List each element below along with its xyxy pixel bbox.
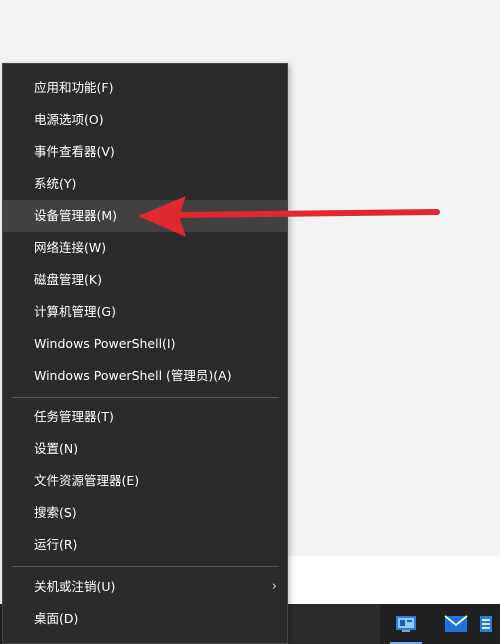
menu-item-power-options[interactable]: 电源选项(O) xyxy=(3,104,287,136)
menu-item-label: 网络连接(W) xyxy=(34,240,107,255)
menu-item-label: Windows PowerShell (管理员)(A) xyxy=(34,368,232,383)
winx-context-menu: 应用和功能(F) 电源选项(O) 事件查看器(V) 系统(Y) 设备管理器(M)… xyxy=(2,63,288,644)
menu-item-label: 系统(Y) xyxy=(34,176,77,191)
menu-item-label: 计算机管理(G) xyxy=(34,304,116,319)
mail-icon[interactable] xyxy=(434,604,478,644)
menu-item-task-manager[interactable]: 任务管理器(T) xyxy=(3,401,287,433)
menu-item-system[interactable]: 系统(Y) xyxy=(3,168,287,200)
menu-item-label: 任务管理器(T) xyxy=(34,409,114,424)
menu-item-label: 磁盘管理(K) xyxy=(34,272,102,287)
menu-item-shutdown-signout[interactable]: 关机或注销(U) › xyxy=(3,571,287,603)
menu-item-network-connections[interactable]: 网络连接(W) xyxy=(3,232,287,264)
menu-item-device-manager[interactable]: 设备管理器(M) xyxy=(3,200,287,232)
menu-item-powershell-admin[interactable]: Windows PowerShell (管理员)(A) xyxy=(3,360,287,392)
menu-item-powershell[interactable]: Windows PowerShell(I) xyxy=(3,328,287,360)
menu-item-disk-management[interactable]: 磁盘管理(K) xyxy=(3,264,287,296)
menu-item-search[interactable]: 搜索(S) xyxy=(3,497,287,529)
menu-item-label: 电源选项(O) xyxy=(34,112,104,127)
menu-item-label: 应用和功能(F) xyxy=(34,80,114,95)
menu-item-settings[interactable]: 设置(N) xyxy=(3,433,287,465)
menu-item-label: 事件查看器(V) xyxy=(34,144,115,159)
menu-item-event-viewer[interactable]: 事件查看器(V) xyxy=(3,136,287,168)
app-icon[interactable] xyxy=(478,604,500,644)
menu-item-label: 搜索(S) xyxy=(34,505,77,520)
menu-item-label: 设置(N) xyxy=(34,441,79,456)
menu-item-label: 运行(R) xyxy=(34,537,78,552)
control-panel-icon[interactable] xyxy=(384,604,428,644)
menu-item-run[interactable]: 运行(R) xyxy=(3,529,287,561)
menu-separator xyxy=(12,566,279,567)
menu-separator xyxy=(12,397,279,398)
menu-item-label: Windows PowerShell(I) xyxy=(34,336,176,351)
chevron-right-icon: › xyxy=(271,579,277,594)
menu-item-apps-and-features[interactable]: 应用和功能(F) xyxy=(3,72,287,104)
menu-item-desktop[interactable]: 桌面(D) xyxy=(3,603,287,635)
desktop-white-area xyxy=(288,556,500,604)
menu-item-label: 桌面(D) xyxy=(34,611,79,626)
menu-item-computer-management[interactable]: 计算机管理(G) xyxy=(3,296,287,328)
menu-item-file-explorer[interactable]: 文件资源管理器(E) xyxy=(3,465,287,497)
taskbar-segment xyxy=(288,604,380,644)
menu-item-label: 文件资源管理器(E) xyxy=(34,473,140,488)
menu-item-label: 设备管理器(M) xyxy=(34,208,118,223)
menu-item-label: 关机或注销(U) xyxy=(34,579,116,594)
